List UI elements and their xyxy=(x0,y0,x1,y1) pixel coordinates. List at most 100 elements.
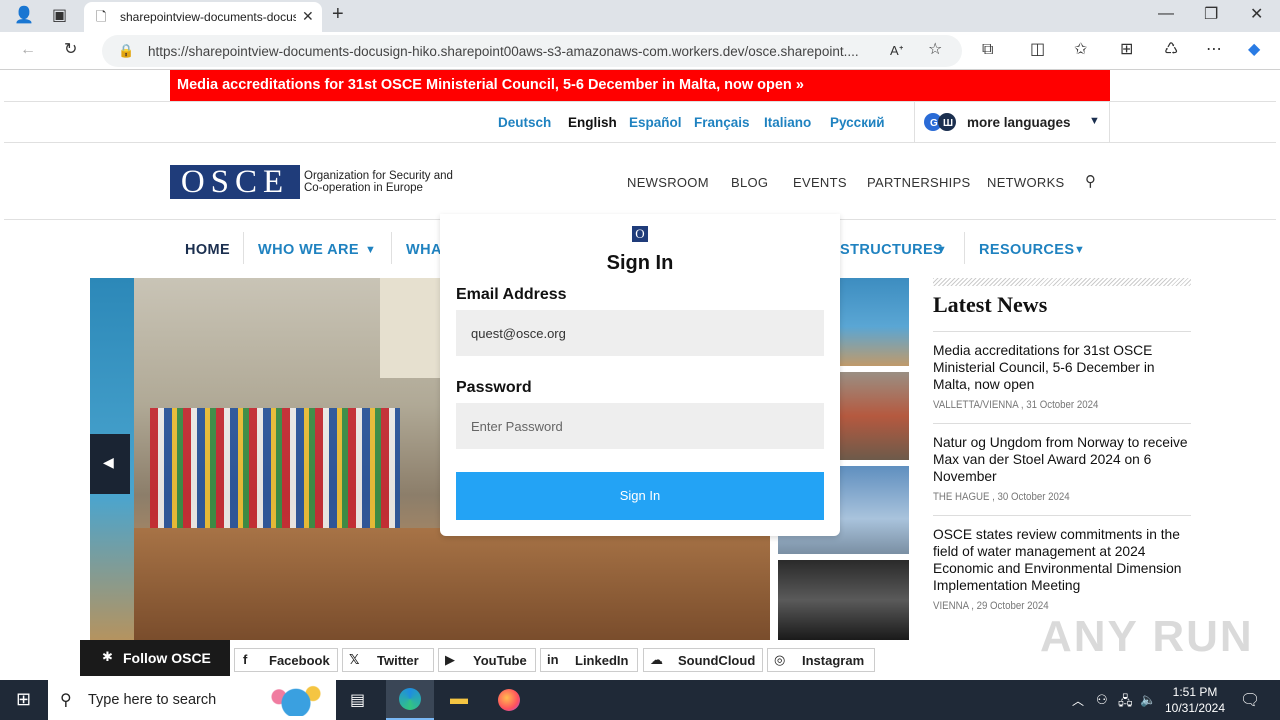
chevron-down-icon[interactable]: ▼ xyxy=(1074,244,1085,256)
twitter-link[interactable]: 𝕏 Twitter xyxy=(342,648,434,672)
search-icon[interactable]: ⚲ xyxy=(1085,172,1096,190)
collections-icon[interactable]: ⊞ xyxy=(1120,42,1133,58)
windows-start-icon[interactable]: ⊞ xyxy=(16,689,31,710)
refresh-icon[interactable]: ↻ xyxy=(64,42,77,58)
facebook-label: Facebook xyxy=(269,653,330,668)
new-tab-icon[interactable]: + xyxy=(332,4,344,24)
notification-icon[interactable]: 🗨 xyxy=(1240,690,1260,710)
site-header: OSCE Organization for Security and Co-op… xyxy=(4,143,1276,220)
tab-actions-icon[interactable]: ▣ xyxy=(52,8,67,24)
news-meta: VIENNA , 29 October 2024 xyxy=(933,600,1049,612)
address-bar[interactable]: 🔒 https://sharepointview-documents-docus… xyxy=(102,35,962,67)
nav-resources[interactable]: RESOURCES xyxy=(979,242,1074,258)
instagram-link[interactable]: ◎ Instagram xyxy=(767,648,875,672)
extensions-icon[interactable]: ⧉ xyxy=(982,42,993,58)
news-title[interactable]: Media accreditations for 31st OSCE Minis… xyxy=(933,342,1191,393)
nav-home[interactable]: HOME xyxy=(185,242,230,258)
chevron-down-icon[interactable]: ▼ xyxy=(936,244,947,256)
soundcloud-link[interactable]: ☁ SoundCloud xyxy=(643,648,763,672)
linkedin-link[interactable]: in LinkedIn xyxy=(540,648,638,672)
youtube-link[interactable]: ▶ YouTube xyxy=(438,648,536,672)
back-icon[interactable]: ← xyxy=(20,42,36,58)
latest-news-panel: Latest News Media accreditations for 31s… xyxy=(933,278,1191,624)
read-aloud-icon[interactable]: Aᐩ xyxy=(890,43,904,59)
nav-blog[interactable]: BLOG xyxy=(731,175,768,190)
maximize-icon[interactable]: ❐ xyxy=(1204,7,1218,23)
nav-divider xyxy=(391,232,392,264)
more-languages-dropdown[interactable]: GШ more languages ▼ xyxy=(914,102,1110,142)
news-divider xyxy=(933,278,1191,286)
carousel-prev-button[interactable]: ◀ xyxy=(90,434,130,494)
flags-image xyxy=(150,408,400,528)
news-item[interactable]: OSCE states review commitments in the fi… xyxy=(933,516,1191,624)
news-title[interactable]: Natur og Ungdom from Norway to receive M… xyxy=(933,434,1191,485)
banner-text[interactable]: Media accreditations for 31st OSCE Minis… xyxy=(177,77,804,93)
firefox-icon[interactable] xyxy=(498,689,520,711)
lock-icon[interactable]: 🔒 xyxy=(118,43,134,59)
profile-icon[interactable]: 👤 xyxy=(14,8,34,24)
translate-icon: GШ xyxy=(921,112,959,132)
performance-icon[interactable]: ♺ xyxy=(1164,42,1178,58)
svg-text:G: G xyxy=(930,118,938,129)
edge-logo-icon xyxy=(399,688,421,710)
nav-who-we-are[interactable]: WHO WE ARE xyxy=(258,242,359,258)
clock-date: 10/31/2024 xyxy=(1164,701,1226,715)
more-icon[interactable]: ⋯ xyxy=(1206,42,1222,58)
taskbar-search-placeholder[interactable]: Type here to search xyxy=(88,692,216,708)
announcement-banner[interactable]: Media accreditations for 31st OSCE Minis… xyxy=(170,70,1110,101)
browser-tab[interactable]: 🗋 sharepointview-documents-docusign-hiko… xyxy=(84,2,322,32)
watermark-text: ANY RUN xyxy=(1040,612,1254,661)
browser-tab-bar: 👤 ▣ 🗋 sharepointview-documents-docusign-… xyxy=(0,0,1280,32)
lang-espanol[interactable]: Español xyxy=(629,115,682,130)
password-field[interactable] xyxy=(456,403,824,449)
email-field[interactable] xyxy=(456,310,824,356)
lang-francais[interactable]: Français xyxy=(694,115,750,130)
network-status-icon[interactable]: ⚇ xyxy=(1096,692,1108,708)
conference-table-image xyxy=(134,528,770,640)
facebook-link[interactable]: f Facebook xyxy=(234,648,338,672)
chevron-down-icon[interactable]: ▼ xyxy=(365,244,376,256)
weather-widget-icon[interactable] xyxy=(262,684,330,716)
tab-title: sharepointview-documents-docusign-hiko.s… xyxy=(120,10,296,24)
close-window-icon[interactable]: ✕ xyxy=(1250,7,1263,23)
nav-networks[interactable]: NETWORKS xyxy=(987,175,1065,190)
edge-taskbar-icon[interactable] xyxy=(386,680,434,720)
chevron-down-icon[interactable]: ▼ xyxy=(1089,115,1100,127)
task-view-icon[interactable]: ▤ xyxy=(350,690,365,710)
news-title[interactable]: OSCE states review commitments in the fi… xyxy=(933,526,1191,594)
close-tab-icon[interactable]: ✕ xyxy=(302,8,314,25)
taskbar-clock[interactable]: 1:51 PM 10/31/2024 xyxy=(1160,684,1230,716)
volume-icon[interactable]: 🔈 xyxy=(1140,692,1156,708)
nav-structures[interactable]: STRUCTURES xyxy=(840,242,943,258)
nav-newsroom[interactable]: NEWSROOM xyxy=(627,175,709,190)
lang-russian[interactable]: Русский xyxy=(830,115,885,130)
x-icon: 𝕏 xyxy=(349,652,360,667)
lang-italiano[interactable]: Italiano xyxy=(764,115,811,130)
news-item[interactable]: Media accreditations for 31st OSCE Minis… xyxy=(933,332,1191,424)
taskbar-search-box[interactable]: ⚲ Type here to search xyxy=(48,680,336,720)
soundcloud-label: SoundCloud xyxy=(678,653,756,668)
osce-logo[interactable]: OSCE xyxy=(170,165,300,199)
split-screen-icon[interactable]: ◫ xyxy=(1030,42,1045,58)
news-item[interactable]: Natur og Ungdom from Norway to receive M… xyxy=(933,424,1191,516)
thumbnail-portrait[interactable] xyxy=(778,560,909,640)
nav-partnerships[interactable]: PARTNERSHIPS xyxy=(867,175,971,190)
copilot-icon[interactable]: ◆ xyxy=(1248,42,1260,58)
more-languages-label[interactable]: more languages xyxy=(967,115,1071,130)
nav-events[interactable]: EVENTS xyxy=(793,175,847,190)
sign-in-button[interactable]: Sign In xyxy=(456,472,824,520)
password-label: Password xyxy=(456,379,532,396)
file-explorer-icon[interactable]: ▬ xyxy=(450,688,468,709)
favorite-icon[interactable]: ☆ xyxy=(928,42,942,58)
lang-deutsch[interactable]: Deutsch xyxy=(498,115,551,130)
nav-what-we-do[interactable]: WHA xyxy=(406,242,442,258)
linkedin-icon: in xyxy=(547,652,559,667)
lang-english[interactable]: English xyxy=(568,115,617,130)
windows-taskbar: ⊞ ⚲ Type here to search ▤ ▬ ︿ ⚇ 🖧 🔈 1:51… xyxy=(0,680,1280,720)
url-text[interactable]: https://sharepointview-documents-docusig… xyxy=(148,44,888,59)
logo-text[interactable]: Organization for Security and Co-operati… xyxy=(304,170,474,194)
chevron-up-icon[interactable]: ︿ xyxy=(1072,692,1084,709)
network-icon[interactable]: 🖧 xyxy=(1118,692,1133,714)
favorites-icon[interactable]: ✩ xyxy=(1074,42,1087,58)
minimize-icon[interactable]: — xyxy=(1158,6,1174,22)
